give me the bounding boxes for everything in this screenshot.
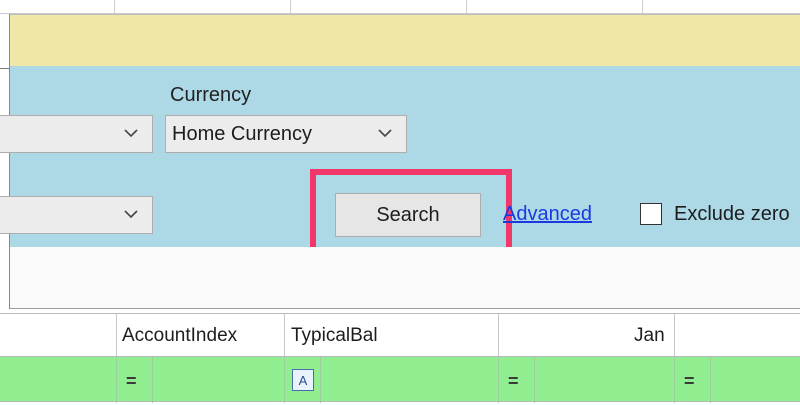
toolbar-band <box>10 247 800 309</box>
filter-operator-col3[interactable]: = <box>508 371 519 392</box>
chevron-down-icon <box>124 129 138 138</box>
advanced-link[interactable]: Advanced <box>503 203 592 226</box>
column-header-jan[interactable]: Jan <box>634 314 665 357</box>
currency-label: Currency <box>170 84 252 106</box>
grid-filter-row: = A = = <box>0 356 800 403</box>
filter-operator-jan[interactable]: = <box>684 371 695 392</box>
search-button[interactable]: Search <box>335 193 481 237</box>
grid-header: AccountIndex TypicalBal Jan <box>0 313 800 357</box>
text-filter-icon[interactable]: A <box>292 369 314 391</box>
exclude-zero-checkbox[interactable] <box>640 203 662 225</box>
column-header-accountindex[interactable]: AccountIndex <box>122 314 237 357</box>
currency-value: Home Currency <box>172 122 313 145</box>
header-band <box>10 14 800 66</box>
exclude-zero-label: Exclude zero <box>674 203 790 225</box>
chevron-down-icon <box>378 129 392 138</box>
chevron-down-icon <box>124 210 138 219</box>
currency-select[interactable]: Home Currency <box>165 115 407 153</box>
filter-dropdown-1[interactable] <box>0 115 153 153</box>
column-header-typicalbal[interactable]: TypicalBal <box>291 314 378 357</box>
filter-operator-accountindex[interactable]: = <box>126 371 137 392</box>
filter-dropdown-2[interactable] <box>0 196 153 234</box>
top-grid-strip <box>0 0 800 14</box>
